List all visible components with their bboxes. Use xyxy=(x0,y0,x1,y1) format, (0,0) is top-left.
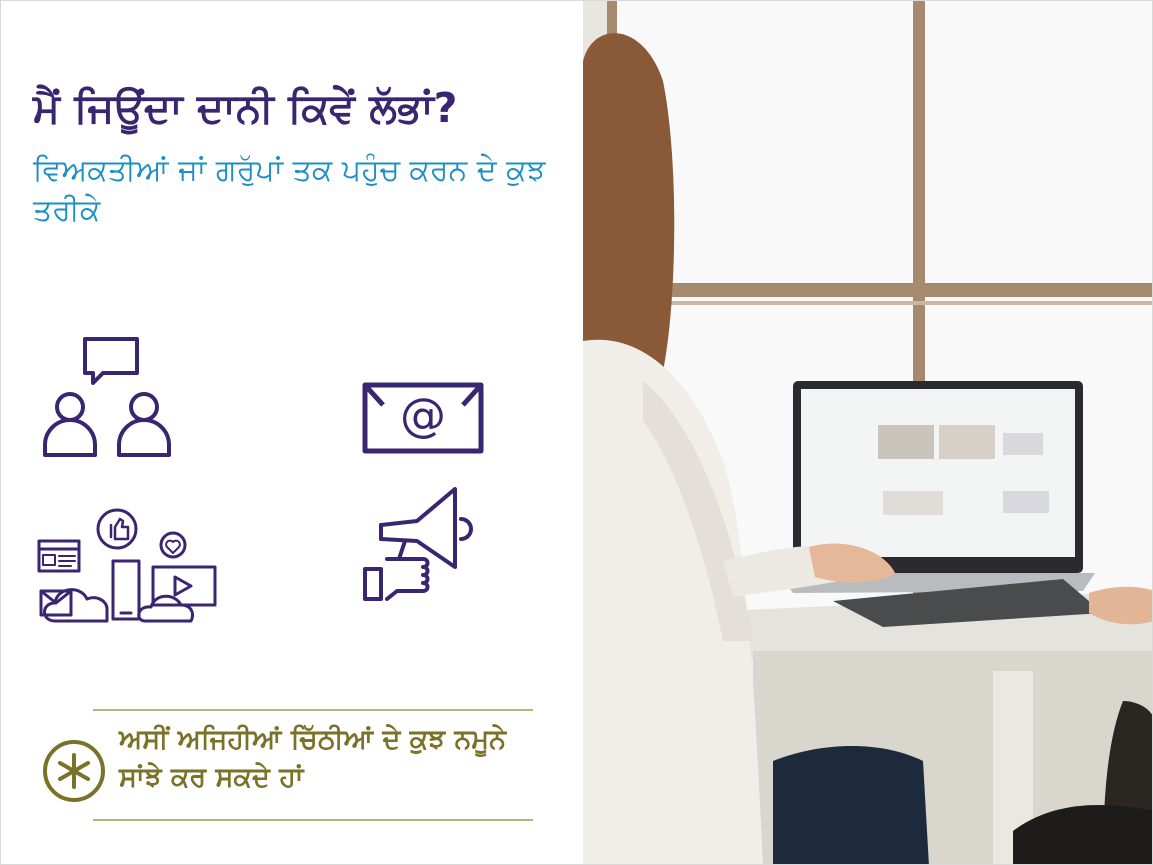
left-panel: ਮੈਂ ਜਿਊਂਦਾ ਦਾਨੀ ਕਿਵੇਂ ਲੱਭਾਂ? ਵਿਅਕਤੀਆਂ ਜਾ… xyxy=(1,1,583,864)
photo-people-at-laptop xyxy=(583,1,1152,864)
social-media-icon xyxy=(35,489,221,629)
slide: ਮੈਂ ਜਿਊਂਦਾ ਦਾਨੀ ਕਿਵੇਂ ਲੱਭਾਂ? ਵਿਅਕਤੀਆਂ ਜਾ… xyxy=(0,0,1153,865)
divider-top xyxy=(93,709,533,711)
slide-subtitle: ਵਿਅਕਤੀਆਂ ਜਾਂ ਗਰੁੱਪਾਂ ਤਕ ਪਹੁੰਚ ਕਰਨ ਦੇ ਕੁਝ… xyxy=(33,153,546,228)
asterisk-icon xyxy=(41,738,107,808)
svg-text:@: @ xyxy=(400,388,446,442)
email-icon: @ xyxy=(361,379,485,455)
people-conversation-icon xyxy=(39,335,179,459)
divider-bottom xyxy=(93,819,533,821)
sample-letters-note: ਅਸੀਂ ਅਜਿਹੀਆਂ ਚਿੱਠੀਆਂ ਦੇ ਕੁਝ ਨਮੂਨੇ ਸਾਂਝੇ … xyxy=(119,724,507,794)
slide-title: ਮੈਂ ਜਿਊਂਦਾ ਦਾਨੀ ਕਿਵੇਂ ਲੱਭਾਂ? xyxy=(33,84,458,132)
megaphone-icon xyxy=(357,483,481,607)
